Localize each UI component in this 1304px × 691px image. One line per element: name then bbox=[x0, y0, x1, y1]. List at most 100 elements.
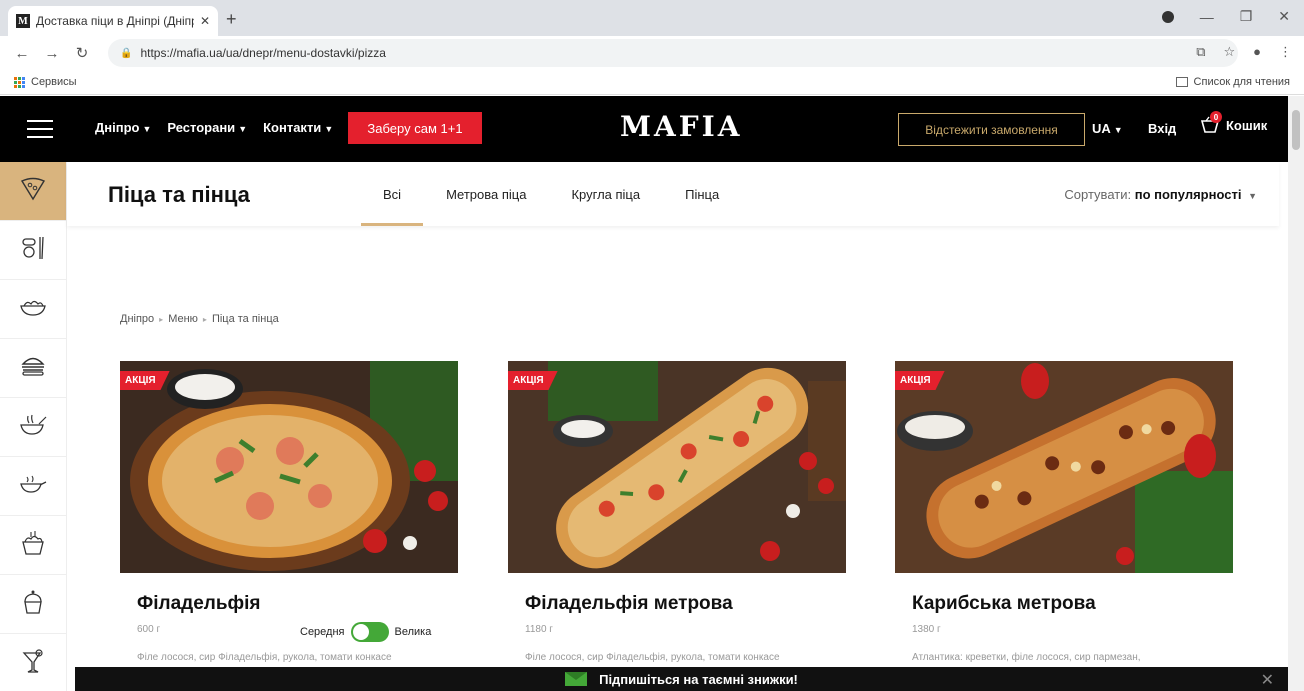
product-name[interactable]: Філадельфія метрова bbox=[525, 593, 846, 615]
browser-tab[interactable]: M Доставка піци в Дніпрі (Дніпро ✕ bbox=[8, 6, 218, 36]
category-sidebar bbox=[0, 162, 67, 691]
url-text: https://mafia.ua/ua/dnepr/menu-dostavki/… bbox=[140, 46, 386, 60]
chevron-down-icon: ▼ bbox=[1248, 191, 1257, 201]
reading-list-button[interactable]: Список для чтения bbox=[1175, 76, 1290, 88]
size-toggle: Середня Велика bbox=[300, 622, 431, 642]
product-name[interactable]: Карибська метрова bbox=[912, 593, 1233, 615]
product-description: Філе лосося, сир Філадельфія, рукола, то… bbox=[137, 652, 392, 663]
close-window-icon[interactable]: ✕ bbox=[1278, 8, 1290, 25]
close-icon[interactable]: ✕ bbox=[1261, 670, 1274, 690]
toolbar-icons: ⧉ ☆ ● ⋮ bbox=[1196, 44, 1292, 60]
product-image[interactable]: АКЦІЯ bbox=[508, 361, 846, 573]
category-tabs: Всі Метрова піца Кругла піца Пінца bbox=[360, 162, 764, 226]
bookmarks-bar: Сервисы Список для чтения bbox=[0, 70, 1304, 95]
breadcrumb: Дніпро ▸ Меню ▸ Піца та пінца bbox=[120, 313, 279, 325]
size-switch[interactable] bbox=[350, 622, 389, 642]
sort-value: по популярності bbox=[1134, 187, 1242, 202]
nav-contacts[interactable]: Контакти ▼ bbox=[263, 120, 333, 135]
drink-icon bbox=[21, 648, 45, 679]
tab-pinsa[interactable]: Пінца bbox=[685, 162, 719, 226]
sidebar-item-drinks[interactable] bbox=[0, 634, 66, 691]
salad-icon bbox=[19, 297, 47, 322]
reading-list-icon bbox=[1175, 77, 1188, 87]
header-nav: Дніпро ▼ Ресторани ▼ Контакти ▼ bbox=[95, 120, 333, 135]
translate-icon[interactable]: ⧉ bbox=[1196, 44, 1205, 60]
size-medium-label: Середня bbox=[300, 626, 345, 638]
pickup-promo-button[interactable]: Заберу сам 1+1 bbox=[348, 112, 482, 144]
menu-dots-icon[interactable]: ⋮ bbox=[1279, 44, 1292, 60]
sidebar-item-burgers[interactable] bbox=[0, 339, 66, 398]
page-title: Піца та пінца bbox=[108, 182, 250, 207]
tab-all[interactable]: Всі bbox=[360, 162, 424, 226]
product-description: Філе лосося, сир Філадельфія, рукола, то… bbox=[525, 652, 780, 663]
sort-dropdown[interactable]: Сортувати: по популярності ▼ bbox=[1064, 187, 1257, 202]
product-card[interactable]: АКЦІЯ Карибська метрова 1380 г Атлантика… bbox=[895, 361, 1233, 663]
site-header: Дніпро ▼ Ресторани ▼ Контакти ▼ Заберу сам … bbox=[0, 96, 1288, 162]
category-subheader: Піца та пінца Всі Метрова піца Кругла пі… bbox=[67, 162, 1279, 226]
cart-icon: 0 bbox=[1200, 111, 1222, 134]
tab-metre-pizza[interactable]: Метрова піца bbox=[446, 162, 526, 226]
newsletter-bar[interactable]: Підпишіться на таємні знижки! ✕ bbox=[75, 667, 1288, 691]
cupcake-icon bbox=[22, 589, 44, 620]
track-order-button[interactable]: Відстежити замовлення bbox=[898, 113, 1085, 146]
product-card[interactable]: АКЦІЯ Філадельфія 600 г Філе лосося, сир… bbox=[120, 361, 458, 663]
back-icon[interactable]: ← bbox=[14, 45, 30, 62]
page-scrollbar[interactable] bbox=[1288, 96, 1304, 691]
product-description: Атлантика: креветки, філе лосося, сир па… bbox=[912, 652, 1141, 663]
hamburger-menu-icon[interactable] bbox=[27, 120, 53, 144]
sort-label: Сортувати: bbox=[1064, 187, 1132, 202]
tab-title: Доставка піци в Дніпрі (Дніпро bbox=[36, 14, 194, 28]
address-bar: ← → ↻ 🔒 https://mafia.ua/ua/dnepr/menu-d… bbox=[0, 36, 1304, 70]
lock-icon: 🔒 bbox=[120, 47, 133, 59]
site-favicon: M bbox=[16, 14, 30, 28]
apps-icon[interactable] bbox=[14, 76, 25, 88]
minimize-icon[interactable]: — bbox=[1200, 9, 1214, 25]
nav-restaurants[interactable]: Ресторани ▼ bbox=[167, 120, 247, 135]
breadcrumb-city[interactable]: Дніпро bbox=[120, 313, 154, 325]
new-tab-icon[interactable]: + bbox=[226, 9, 237, 30]
sidebar-item-bowls[interactable] bbox=[0, 516, 66, 575]
envelope-icon bbox=[565, 672, 588, 686]
url-field[interactable]: 🔒 https://mafia.ua/ua/dnepr/menu-dostavk… bbox=[108, 39, 1238, 67]
breadcrumb-current: Піца та пінца bbox=[211, 313, 279, 325]
bowl-icon bbox=[20, 530, 46, 561]
window-controls: — ❐ ✕ bbox=[1161, 8, 1290, 25]
sidebar-item-wok[interactable] bbox=[0, 457, 66, 516]
tab-round-pizza[interactable]: Кругла піца bbox=[571, 162, 640, 226]
close-tab-icon[interactable]: ✕ bbox=[200, 14, 210, 28]
sidebar-item-salads[interactable] bbox=[0, 280, 66, 339]
sidebar-item-noodles[interactable] bbox=[0, 398, 66, 457]
sidebar-item-pizza[interactable] bbox=[0, 162, 66, 221]
site-logo[interactable]: MAFIA bbox=[620, 110, 742, 143]
reload-icon[interactable]: ↻ bbox=[74, 44, 90, 62]
product-card[interactable]: АКЦІЯ Філадельфія метрова 1180 г Філе ло… bbox=[508, 361, 846, 663]
newsletter-text: Підпишіться на таємні знижки! bbox=[599, 671, 798, 687]
sidebar-item-desserts[interactable] bbox=[0, 575, 66, 634]
sushi-icon bbox=[20, 235, 46, 266]
noodles-icon bbox=[19, 413, 47, 442]
language-select[interactable]: UA ▼ bbox=[1092, 121, 1123, 136]
browser-tabstrip: M Доставка піци в Дніпрі (Дніпро ✕ + — ❐… bbox=[0, 0, 1304, 36]
bookmark-star-icon[interactable]: ☆ bbox=[1223, 44, 1235, 60]
breadcrumb-menu[interactable]: Меню bbox=[168, 313, 198, 325]
product-image[interactable]: АКЦІЯ bbox=[120, 361, 458, 573]
forward-icon[interactable]: → bbox=[44, 45, 60, 62]
cart-button[interactable]: 0 Кошик bbox=[1200, 111, 1267, 134]
bookmark-services[interactable]: Сервисы bbox=[31, 76, 77, 88]
product-weight: 1180 г bbox=[525, 624, 553, 635]
size-large-label: Велика bbox=[394, 626, 432, 638]
pizza-icon bbox=[20, 177, 46, 206]
cart-count-badge: 0 bbox=[1210, 111, 1222, 123]
scrollbar-thumb[interactable] bbox=[1292, 110, 1300, 150]
product-weight: 1380 г bbox=[912, 624, 941, 635]
profile-icon[interactable]: ● bbox=[1253, 44, 1261, 60]
nav-city[interactable]: Дніпро ▼ bbox=[95, 120, 151, 135]
product-name[interactable]: Філадельфія bbox=[137, 593, 458, 615]
product-image[interactable]: АКЦІЯ bbox=[895, 361, 1233, 573]
wok-icon bbox=[19, 474, 47, 499]
maximize-icon[interactable]: ❐ bbox=[1240, 8, 1253, 25]
record-icon[interactable] bbox=[1161, 10, 1174, 23]
sidebar-item-sushi[interactable] bbox=[0, 221, 66, 280]
login-link[interactable]: Вхід bbox=[1148, 121, 1176, 136]
reading-list-label: Список для чтения bbox=[1193, 76, 1290, 88]
